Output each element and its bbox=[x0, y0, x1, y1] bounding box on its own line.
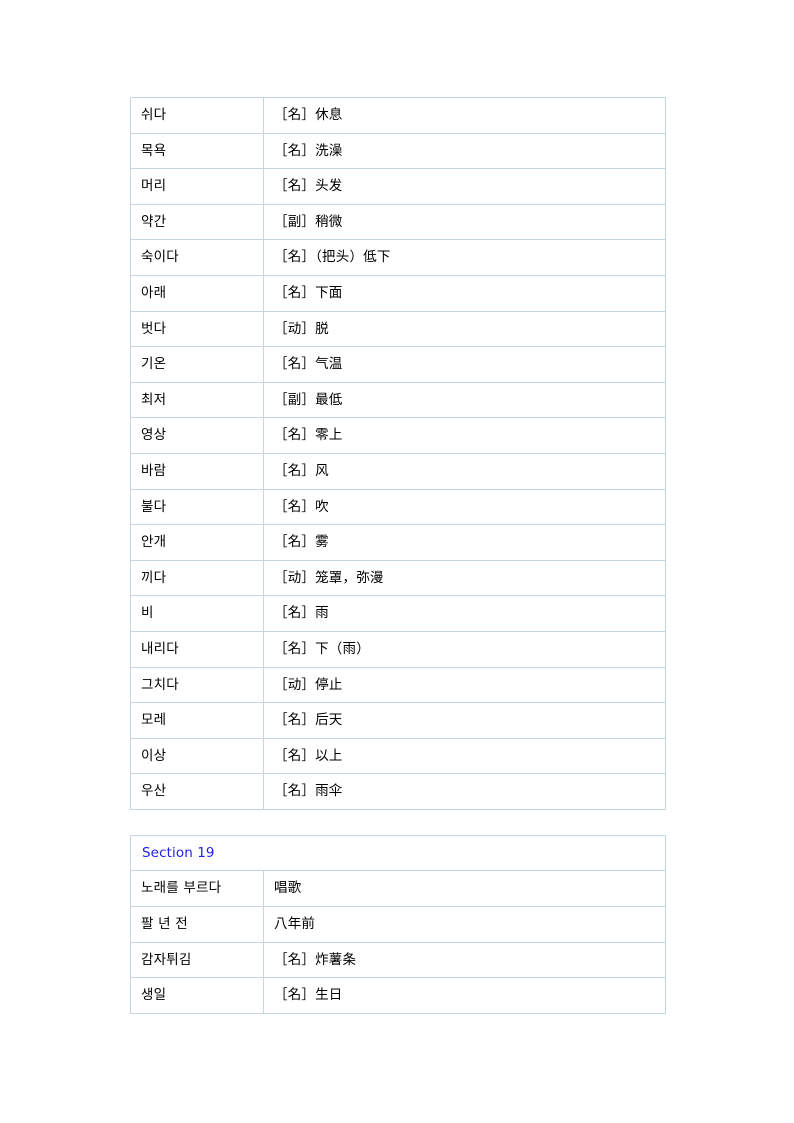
gloss-cell: ［动］笼罩，弥漫 bbox=[263, 559, 666, 597]
term-cell: 그치다 bbox=[130, 666, 264, 704]
table-row: 모레 ［名］后天 bbox=[130, 702, 666, 739]
gloss-cell: ［名］洗澡 bbox=[263, 132, 666, 170]
gloss-cell: ［名］下面 bbox=[263, 274, 666, 312]
term-cell: 이상 bbox=[130, 737, 264, 775]
table-spacer bbox=[130, 810, 794, 835]
gloss-cell: ［副］最低 bbox=[263, 381, 666, 419]
term-cell: 바람 bbox=[130, 452, 264, 490]
vocabulary-table-1: 쉬다 ［名］休息 목욕 ［名］洗澡 머리 ［名］头发 약간 ［副］稍微 숙이다 … bbox=[130, 97, 666, 810]
vocabulary-table-1-body: 쉬다 ［名］休息 목욕 ［名］洗澡 머리 ［名］头发 약간 ［副］稍微 숙이다 … bbox=[130, 97, 666, 810]
table-row: 노래를 부르다 唱歌 bbox=[130, 870, 667, 908]
gloss-cell: 八年前 bbox=[262, 906, 667, 943]
term-cell: 기온 bbox=[130, 346, 264, 383]
table-row: 약간 ［副］稍微 bbox=[130, 203, 666, 241]
gloss-cell: ［名］以上 bbox=[263, 737, 666, 775]
section-header-row: Section 19 bbox=[129, 834, 667, 872]
term-cell: 아래 bbox=[130, 274, 264, 312]
table-row: 내리다 ［名］下（雨） bbox=[130, 630, 666, 668]
document-page: 쉬다 ［名］休息 목욕 ［名］洗澡 머리 ［名］头发 약간 ［副］稍微 숙이다 … bbox=[0, 0, 794, 1123]
term-cell: 숙이다 bbox=[130, 239, 264, 276]
gloss-cell: ［名］吹 bbox=[263, 488, 666, 526]
table-row: 안개 ［名］雾 bbox=[130, 524, 666, 561]
gloss-cell: ［副］稍微 bbox=[263, 203, 666, 241]
term-cell: 벗다 bbox=[130, 310, 264, 348]
table-row: 아래 ［名］下面 bbox=[130, 274, 666, 312]
table-row: 바람 ［名］风 bbox=[130, 452, 666, 490]
table-row: 우산 ［名］雨伞 bbox=[130, 773, 666, 810]
table-row: 생일 ［名］生日 bbox=[130, 977, 667, 1014]
term-cell: 팔 년 전 bbox=[130, 906, 264, 943]
term-cell: 생일 bbox=[130, 977, 264, 1014]
term-cell: 끼다 bbox=[130, 559, 264, 597]
vocabulary-table-2: Section 19 노래를 부르다 唱歌 팔 년 전 八年前 감자튀김 ［名］… bbox=[129, 834, 667, 1014]
table-row: 벗다 ［动］脱 bbox=[130, 310, 666, 348]
term-cell: 감자튀김 bbox=[130, 941, 264, 979]
table-row: 끼다 ［动］笼罩，弥漫 bbox=[130, 559, 666, 597]
term-cell: 안개 bbox=[130, 524, 264, 561]
section-title: Section 19 bbox=[129, 834, 667, 872]
term-cell: 우산 bbox=[130, 773, 264, 810]
gloss-cell: ［名］风 bbox=[263, 452, 666, 490]
term-cell: 목욕 bbox=[130, 132, 264, 170]
gloss-cell: ［名］炸薯条 bbox=[262, 941, 667, 979]
gloss-cell: ［名］零上 bbox=[263, 417, 666, 454]
table-row: 영상 ［名］零上 bbox=[130, 417, 666, 454]
table-row: 감자튀김 ［名］炸薯条 bbox=[130, 941, 667, 979]
term-cell: 불다 bbox=[130, 488, 264, 526]
gloss-cell: ［名］雨伞 bbox=[263, 773, 666, 810]
table-row: 머리 ［名］头发 bbox=[130, 168, 666, 205]
term-cell: 노래를 부르다 bbox=[130, 870, 264, 908]
gloss-cell: ［名］（把头）低下 bbox=[263, 239, 666, 276]
table-row: 쉬다 ［名］休息 bbox=[130, 97, 666, 134]
term-cell: 최저 bbox=[130, 381, 264, 419]
table-row: 기온 ［名］气温 bbox=[130, 346, 666, 383]
gloss-cell: ［名］下（雨） bbox=[263, 630, 666, 668]
gloss-cell: ［名］雾 bbox=[263, 524, 666, 561]
term-cell: 쉬다 bbox=[130, 97, 264, 134]
gloss-cell: ［动］脱 bbox=[263, 310, 666, 348]
gloss-cell: ［名］气温 bbox=[263, 346, 666, 383]
table-row: 목욕 ［名］洗澡 bbox=[130, 132, 666, 170]
table-row: 최저 ［副］最低 bbox=[130, 381, 666, 419]
gloss-cell: ［名］生日 bbox=[262, 977, 667, 1014]
term-cell: 영상 bbox=[130, 417, 264, 454]
term-cell: 약간 bbox=[130, 203, 264, 241]
gloss-cell: ［名］休息 bbox=[263, 97, 666, 134]
gloss-cell: ［名］雨 bbox=[263, 595, 666, 632]
term-cell: 비 bbox=[130, 595, 264, 632]
term-cell: 내리다 bbox=[130, 630, 264, 668]
term-cell: 모레 bbox=[130, 702, 264, 739]
term-cell: 머리 bbox=[130, 168, 264, 205]
gloss-cell: ［名］后天 bbox=[263, 702, 666, 739]
gloss-cell: ［名］头发 bbox=[263, 168, 666, 205]
table-row: 숙이다 ［名］（把头）低下 bbox=[130, 239, 666, 276]
gloss-cell: 唱歌 bbox=[262, 870, 667, 908]
table-row: 불다 ［名］吹 bbox=[130, 488, 666, 526]
table-row: 비 ［名］雨 bbox=[130, 595, 666, 632]
vocabulary-table-2-body: Section 19 노래를 부르다 唱歌 팔 년 전 八年前 감자튀김 ［名］… bbox=[129, 834, 667, 1014]
table-row: 이상 ［名］以上 bbox=[130, 737, 666, 775]
table-row: 그치다 ［动］停止 bbox=[130, 666, 666, 704]
table-row: 팔 년 전 八年前 bbox=[130, 906, 667, 943]
gloss-cell: ［动］停止 bbox=[263, 666, 666, 704]
